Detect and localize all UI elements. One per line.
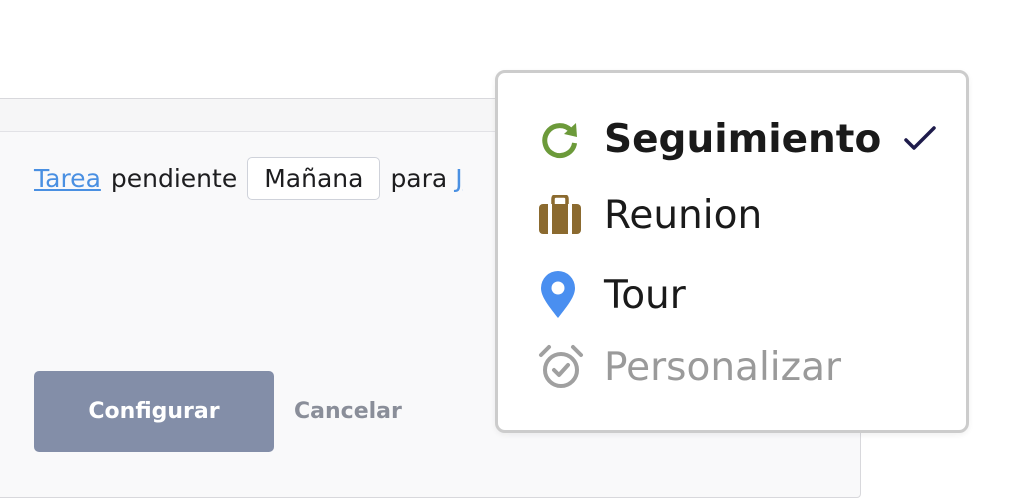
check-icon (903, 125, 937, 153)
alarm-clock-icon (538, 343, 586, 391)
cancel-button[interactable]: Cancelar (294, 395, 402, 427)
dropdown-option-seguimiento[interactable]: Seguimiento (538, 107, 937, 171)
option-label: Personalizar (604, 344, 842, 390)
pending-text: pendiente (110, 163, 238, 193)
option-label: Tour (604, 272, 686, 318)
briefcase-icon (538, 191, 586, 239)
dropdown-option-personalizar[interactable]: Personalizar (538, 335, 841, 399)
option-label: Reunion (604, 192, 763, 238)
due-date-field[interactable]: Mañana (247, 156, 381, 200)
refresh-arrow-icon (538, 115, 586, 163)
dropdown-option-reunion[interactable]: Reunion (538, 183, 762, 247)
task-sentence: Tarea pendiente Mañana para J (34, 153, 463, 203)
configure-button[interactable]: Configurar (34, 371, 274, 452)
for-text: para (390, 163, 448, 193)
map-pin-icon (538, 271, 586, 319)
task-type-dropdown: Seguimiento Reunion Tour Personalizar (495, 70, 969, 433)
dropdown-option-tour[interactable]: Tour (538, 263, 686, 327)
assignee-link[interactable]: J (455, 164, 462, 193)
task-type-link[interactable]: Tarea (34, 164, 101, 193)
option-label: Seguimiento (604, 116, 882, 162)
